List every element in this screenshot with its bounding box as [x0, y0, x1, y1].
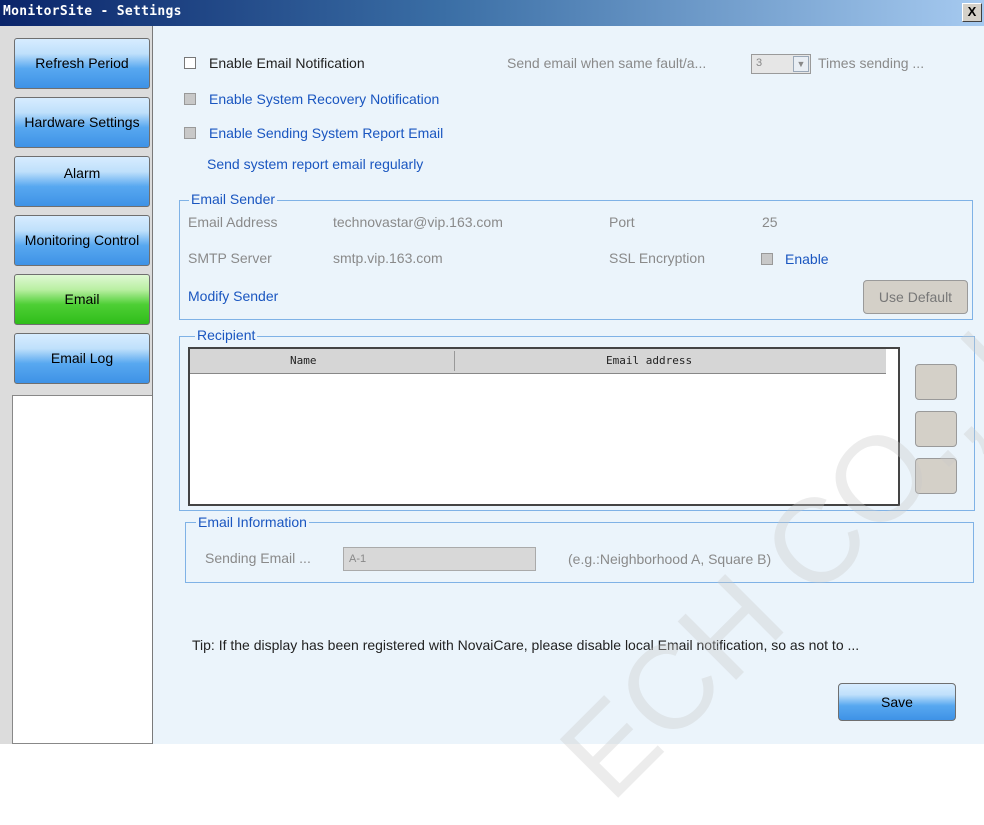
sidebar-item-refresh-period[interactable]: Refresh Period — [14, 38, 150, 89]
sidebar-item-label: Hardware Settings — [24, 114, 140, 130]
send-when-same-fault-label: Send email when same fault/a... — [507, 55, 707, 71]
close-button[interactable]: X — [962, 3, 982, 22]
enable-recovery-checkbox[interactable] — [184, 93, 196, 105]
enable-report-label: Enable Sending System Report Email — [209, 125, 444, 141]
ssl-enable-checkbox[interactable] — [761, 253, 773, 265]
column-divider — [454, 351, 455, 371]
add-recipient-button[interactable] — [915, 364, 957, 400]
email-sender-legend: Email Sender — [189, 191, 278, 207]
sidebar-item-alarm[interactable]: Alarm — [14, 156, 150, 207]
port-value: 25 — [762, 214, 778, 230]
email-address-value: technovastar@vip.163.com — [333, 214, 503, 230]
sending-email-input[interactable]: A-1 — [343, 547, 536, 571]
recipient-table[interactable]: Name Email address — [188, 347, 900, 506]
sidebar-item-email[interactable]: Email — [14, 274, 150, 325]
sending-email-value: A-1 — [349, 553, 367, 565]
sidebar-item-hardware-settings[interactable]: Hardware Settings — [14, 97, 150, 148]
sending-email-example: (e.g.:Neighborhood A, Square B) — [568, 551, 772, 567]
recipient-legend: Recipient — [195, 327, 258, 343]
times-select-value: 3 — [756, 57, 763, 69]
delete-recipient-button[interactable] — [915, 458, 957, 494]
column-header-email-address[interactable]: Email address — [606, 354, 692, 367]
chevron-down-icon: ▼ — [793, 56, 809, 72]
sidebar-item-label: Email Log — [50, 350, 114, 366]
sidebar-item-label: Refresh Period — [35, 55, 129, 71]
enable-email-notification-label: Enable Email Notification — [209, 55, 365, 71]
window-title: MonitorSite - Settings — [3, 4, 182, 19]
ssl-encryption-label: SSL Encryption — [609, 250, 705, 266]
sidebar: Refresh Period Hardware Settings Alarm M… — [0, 26, 153, 744]
tip-text: Tip: If the display has been registered … — [192, 637, 860, 653]
edit-recipient-button[interactable] — [915, 411, 957, 447]
title-bar: MonitorSite - Settings X — [0, 0, 984, 26]
sidebar-item-monitoring-control[interactable]: Monitoring Control — [14, 215, 150, 266]
enable-recovery-label: Enable System Recovery Notification — [209, 91, 440, 107]
sidebar-item-label: Email — [64, 291, 100, 307]
report-regularly-link[interactable]: Send system report email regularly — [207, 156, 423, 172]
recipient-table-header: Name Email address — [190, 349, 886, 374]
sidebar-item-email-log[interactable]: Email Log — [14, 333, 150, 384]
times-sending-label: Times sending ... — [818, 55, 925, 71]
enable-report-checkbox[interactable] — [184, 127, 196, 139]
times-select[interactable]: 3 ▼ — [751, 54, 811, 74]
sending-email-label: Sending Email ... — [205, 550, 311, 566]
email-information-legend: Email Information — [196, 514, 309, 530]
port-label: Port — [609, 214, 635, 230]
modify-sender-link[interactable]: Modify Sender — [188, 288, 278, 304]
column-header-name[interactable]: Name — [290, 354, 317, 367]
sidebar-item-label: Alarm — [63, 165, 101, 181]
enable-email-notification-checkbox[interactable] — [184, 57, 196, 69]
sidebar-blank-area — [12, 395, 152, 744]
smtp-server-value: smtp.vip.163.com — [333, 250, 443, 266]
sidebar-item-label: Monitoring Control — [24, 232, 140, 248]
smtp-server-label: SMTP Server — [188, 250, 272, 266]
use-default-button[interactable]: Use Default — [863, 280, 968, 314]
email-sender-group — [179, 200, 973, 320]
ssl-enable-label: Enable — [785, 251, 829, 267]
email-address-label: Email Address — [188, 214, 278, 230]
save-button[interactable]: Save — [838, 683, 956, 721]
